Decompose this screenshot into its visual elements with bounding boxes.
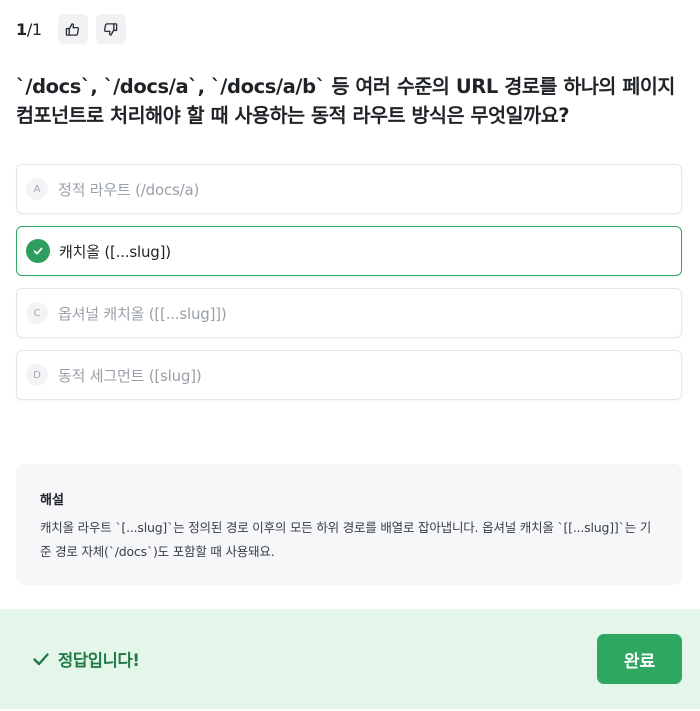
progress-current: 1 <box>16 19 27 39</box>
dislike-button[interactable] <box>95 14 126 44</box>
question-text: `/docs`, `/docs/a`, `/docs/a/b` 등 여러 수준의… <box>16 75 675 127</box>
progress-total: /1 <box>26 19 42 39</box>
option-letter: D <box>26 364 48 386</box>
option-label: 옵셔널 캐치올 ([[...slug]]) <box>58 304 227 323</box>
option-d[interactable]: D 동적 세그먼트 ([slug]) <box>16 350 682 400</box>
option-label: 동적 세그먼트 ([slug]) <box>58 366 202 385</box>
checkmark-icon <box>33 653 49 666</box>
result-text: 정답입니다! <box>58 651 140 670</box>
answer-options: A 정적 라우트 (/docs/a) 캐치올 ([...slug]) C 옵셔널… <box>16 164 682 412</box>
done-button[interactable]: 완료 <box>597 634 682 684</box>
like-button[interactable] <box>57 14 88 44</box>
option-label: 정적 라우트 (/docs/a) <box>58 180 200 199</box>
option-a[interactable]: A 정적 라우트 (/docs/a) <box>16 164 682 214</box>
explanation-body: 캐치올 라우트 `[...slug]`는 정의된 경로 이후의 모든 하위 경로… <box>40 520 651 559</box>
option-b[interactable]: 캐치올 ([...slug]) <box>16 226 682 276</box>
option-label: 캐치올 ([...slug]) <box>59 242 171 261</box>
thumbs-up-icon <box>66 22 80 36</box>
result-footer: 정답입니다! 완료 <box>0 609 700 709</box>
option-c[interactable]: C 옵셔널 캐치올 ([[...slug]]) <box>16 288 682 338</box>
check-icon <box>26 239 50 263</box>
explanation-panel: 해설 캐치올 라우트 `[...slug]`는 정의된 경로 이후의 모든 하위… <box>16 464 682 585</box>
thumbs-down-icon <box>104 22 118 36</box>
explanation-title: 해설 <box>40 493 64 508</box>
option-letter: C <box>26 302 48 324</box>
progress-indicator: 1/1 <box>16 20 42 39</box>
result-message: 정답입니다! <box>32 647 140 671</box>
top-bar: 1/1 <box>16 14 134 44</box>
option-letter: A <box>26 178 48 200</box>
